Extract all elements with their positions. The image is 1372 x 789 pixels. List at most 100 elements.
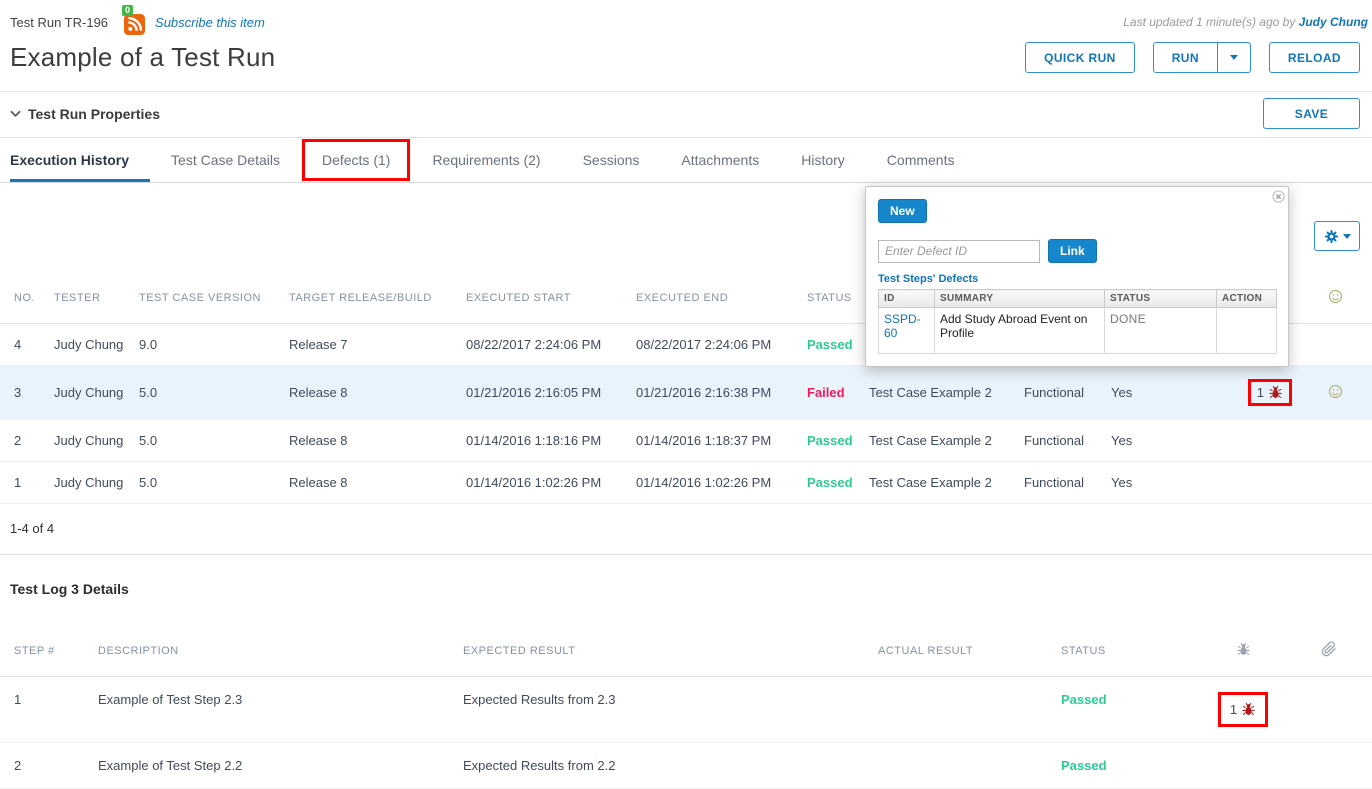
col-header-description: DESCRIPTION — [92, 627, 457, 677]
gear-icon — [1324, 229, 1339, 244]
cell-end: 08/22/2017 2:24:06 PM — [630, 324, 801, 366]
defect-row: SSPD-60 Add Study Abroad Event on Profil… — [879, 308, 1277, 354]
cell-tester: Judy Chung — [48, 324, 133, 366]
cell-no: 2 — [0, 420, 48, 462]
cell-no: 3 — [0, 366, 48, 420]
execution-row-selected[interactable]: 3 Judy Chung 5.0 Release 8 01/21/2016 2:… — [0, 366, 1372, 420]
tab-attachments[interactable]: Attachments — [660, 138, 780, 182]
run-button[interactable]: RUN — [1153, 42, 1218, 73]
cell-defects: 1 — [1200, 677, 1286, 743]
execution-row[interactable]: 1 Judy Chung 5.0 Release 8 01/14/2016 1:… — [0, 462, 1372, 504]
quick-run-button[interactable]: QUICK RUN — [1025, 42, 1135, 73]
tab-test-case-details[interactable]: Test Case Details — [150, 138, 301, 182]
defect-count-badge[interactable]: 1 — [1248, 379, 1292, 406]
subscribe-link[interactable]: Subscribe this item — [155, 15, 265, 30]
defect-count-badge[interactable]: 1 — [1218, 692, 1268, 727]
rss-subscribe-icon[interactable]: 0 — [124, 14, 145, 35]
col-header-end: EXECUTED END — [630, 275, 801, 324]
tab-bar: Execution History Test Case Details Defe… — [0, 138, 1372, 183]
col-header-status: STATUS — [801, 275, 863, 324]
test-step-row[interactable]: 2 Example of Test Step 2.2 Expected Resu… — [0, 743, 1372, 789]
col-header-actual: ACTUAL RESULT — [872, 627, 1055, 677]
cell-actual — [872, 677, 1055, 743]
reload-button[interactable]: RELOAD — [1269, 42, 1360, 73]
col-header-attachments — [1286, 627, 1372, 677]
cell-version: 5.0 — [133, 366, 283, 420]
execution-row[interactable]: 2 Judy Chung 5.0 Release 8 01/14/2016 1:… — [0, 420, 1372, 462]
defect-summary: Add Study Abroad Event on Profile — [935, 308, 1105, 354]
cell-test-case: Test Case Example 2 — [863, 462, 1018, 504]
cell-test-case: Test Case Example 2 — [863, 420, 1018, 462]
properties-row: Test Run Properties SAVE — [0, 92, 1372, 138]
tab-history[interactable]: History — [780, 138, 866, 182]
smiley-icon — [1328, 384, 1343, 399]
cell-version: 5.0 — [133, 462, 283, 504]
cell-comment[interactable] — [1298, 366, 1372, 420]
cell-version: 5.0 — [133, 420, 283, 462]
page-title: Example of a Test Run — [10, 42, 275, 73]
tab-execution-history[interactable]: Execution History — [10, 138, 150, 182]
tab-sessions[interactable]: Sessions — [562, 138, 661, 182]
bug-icon — [1236, 642, 1251, 657]
col-header-status: STATUS — [1105, 290, 1217, 308]
test-log-title: Test Log 3 Details — [0, 555, 1372, 597]
cell-type: Functional — [1018, 420, 1105, 462]
col-header-action: ACTION — [1217, 290, 1277, 308]
cell-actual — [872, 743, 1055, 789]
cell-status: Passed — [801, 420, 863, 462]
cell-type: Functional — [1018, 462, 1105, 504]
cell-status: Passed — [1055, 743, 1200, 789]
topbar: Test Run TR-196 0 Subscribe this item La… — [0, 0, 1372, 36]
defect-id-link[interactable]: SSPD-60 — [884, 312, 921, 340]
subscribe-count-badge: 0 — [122, 5, 133, 16]
popup-section-title: Test Steps' Defects — [878, 273, 1276, 285]
col-header-tester: TESTER — [48, 275, 133, 324]
save-button[interactable]: SAVE — [1263, 98, 1360, 129]
close-icon[interactable] — [1272, 190, 1285, 203]
test-step-row[interactable]: 1 Example of Test Step 2.3 Expected Resu… — [0, 677, 1372, 743]
col-header-comment — [1298, 275, 1372, 324]
cell-step: 1 — [0, 677, 92, 743]
paperclip-icon — [1321, 641, 1337, 657]
cell-start: 08/22/2017 2:24:06 PM — [460, 324, 630, 366]
linked-defects-table: ID SUMMARY STATUS ACTION SSPD-60 Add Stu… — [878, 289, 1277, 354]
col-header-id: ID — [879, 290, 935, 308]
last-updated-user-link[interactable]: Judy Chung — [1299, 15, 1368, 29]
cell-expected: Expected Results from 2.3 — [457, 677, 872, 743]
defect-id-input[interactable] — [878, 240, 1040, 263]
cell-comment — [1298, 462, 1372, 504]
properties-title: Test Run Properties — [28, 106, 160, 122]
defects-popup: New Link Test Steps' Defects ID SUMMARY … — [865, 186, 1289, 367]
col-header-defects — [1200, 627, 1286, 677]
cell-status: Passed — [801, 462, 863, 504]
cell-flag: Yes — [1105, 366, 1192, 420]
run-dropdown-button[interactable] — [1218, 42, 1251, 73]
cell-tester: Judy Chung — [48, 462, 133, 504]
popup-header-row: ID SUMMARY STATUS ACTION — [879, 290, 1277, 308]
cell-status: Passed — [801, 324, 863, 366]
cell-no: 1 — [0, 462, 48, 504]
grid-settings-button[interactable] — [1314, 221, 1360, 251]
cell-flag: Yes — [1105, 420, 1192, 462]
cell-release: Release 8 — [283, 420, 460, 462]
cell-type: Functional — [1018, 366, 1105, 420]
cell-end: 01/14/2016 1:18:37 PM — [630, 420, 801, 462]
cell-description: Example of Test Step 2.3 — [92, 677, 457, 743]
chevron-down-icon — [1343, 234, 1351, 239]
tab-requirements[interactable]: Requirements (2) — [411, 138, 561, 182]
cell-tester: Judy Chung — [48, 420, 133, 462]
link-defect-button[interactable]: Link — [1048, 239, 1097, 263]
col-header-step: STEP # — [0, 627, 92, 677]
new-defect-button[interactable]: New — [878, 199, 927, 223]
cell-defects — [1192, 420, 1298, 462]
test-log-header-row: STEP # DESCRIPTION EXPECTED RESULT ACTUA… — [0, 627, 1372, 677]
cell-start: 01/14/2016 1:02:26 PM — [460, 462, 630, 504]
tab-defects[interactable]: Defects (1) — [301, 138, 411, 182]
chevron-down-icon — [1230, 55, 1238, 60]
cell-attachments — [1286, 743, 1372, 789]
cell-attachments — [1286, 677, 1372, 743]
col-header-release: TARGET RELEASE/BUILD — [283, 275, 460, 324]
cell-step: 2 — [0, 743, 92, 789]
tab-comments[interactable]: Comments — [866, 138, 976, 182]
collapse-chevron-icon[interactable] — [10, 110, 21, 118]
